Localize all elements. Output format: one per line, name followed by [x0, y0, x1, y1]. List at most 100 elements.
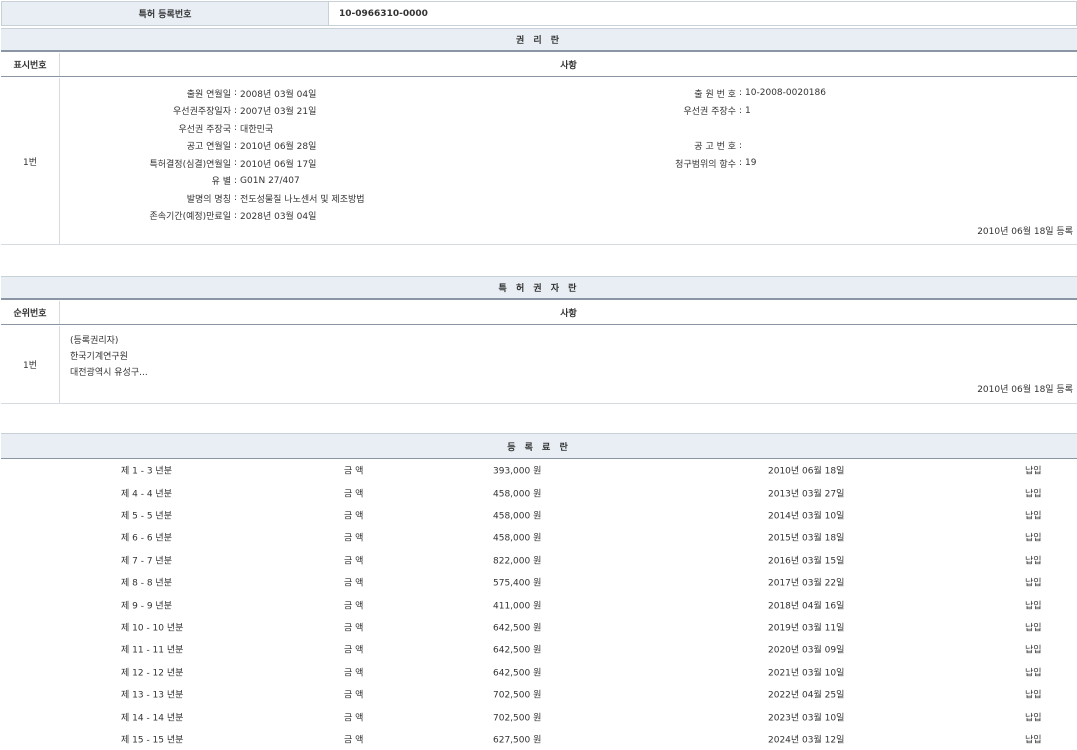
fee-status: 납입 — [1025, 620, 1042, 633]
rights-section-title: 권 리 란 — [1, 28, 1077, 52]
holder-type: (등록권리자) — [70, 333, 118, 346]
holder-row-content: (등록권리자) 한국기계연구원 대전광역시 유성구... 2010년 06월 1… — [60, 326, 1077, 403]
fee-status: 납입 — [1025, 598, 1042, 611]
fee-amount-label: 금 액 — [344, 620, 363, 633]
fee-amount-label: 금 액 — [344, 531, 363, 544]
rights-field-left: 공고 연월일:2010년 06월 28일 — [60, 139, 316, 153]
field-label: 공 고 번 호 — [620, 139, 736, 152]
field-label: 특허결정(심결)연월일 — [60, 157, 231, 170]
field-value: 1 — [745, 106, 751, 116]
fee-status: 납입 — [1025, 643, 1042, 656]
rights-row-content: 2010년 06월 18일 등록 출원 연월일:2008년 03월 04일우선권… — [60, 78, 1077, 244]
fee-payment-date: 2019년 03월 11일 — [768, 620, 844, 633]
field-value: 2008년 03월 04일 — [240, 87, 316, 100]
fee-payment-date: 2014년 03월 10일 — [768, 508, 844, 521]
fee-amount: 702,500 원 — [493, 688, 541, 701]
fee-period: 제 13 - 13 년분 — [121, 688, 183, 701]
rights-row-index: 1번 — [1, 78, 60, 244]
registration-number-label: 특허 등록번호 — [2, 2, 329, 25]
holder-address: 대전광역시 유성구... — [70, 365, 148, 378]
fee-amount: 642,500 원 — [493, 620, 541, 633]
fee-amount: 393,000 원 — [493, 464, 541, 477]
fee-period: 제 15 - 15 년분 — [121, 732, 183, 745]
fee-status: 납입 — [1025, 688, 1042, 701]
fee-row: 제 1 - 3 년분금 액393,000 원2010년 06월 18일납입 — [1, 459, 1077, 481]
field-label: 우선권 주장국 — [60, 122, 231, 135]
field-value: 2028년 03월 04일 — [240, 209, 316, 222]
field-separator: : — [234, 141, 237, 151]
field-value: 10-2008-0020186 — [745, 88, 826, 98]
holder-row: 1번 (등록권리자) 한국기계연구원 대전광역시 유성구... 2010년 06… — [1, 326, 1077, 404]
field-label: 출원 연월일 — [60, 87, 231, 100]
field-label: 우선권 주장수 — [620, 104, 736, 117]
fee-payment-date: 2013년 03월 27일 — [768, 486, 844, 499]
fee-amount: 458,000 원 — [493, 508, 541, 521]
fee-amount: 702,500 원 — [493, 710, 541, 723]
registration-number-value: 10-0966310-0000 — [329, 2, 1076, 25]
holder-column-header: 순위번호 사항 — [1, 301, 1077, 325]
fee-status: 납입 — [1025, 576, 1042, 589]
registration-number-bar: 특허 등록번호 10-0966310-0000 — [1, 1, 1077, 26]
fee-period: 제 8 - 8 년분 — [121, 576, 172, 589]
field-label: 우선권주장일자 — [60, 104, 231, 117]
fee-amount: 458,000 원 — [493, 486, 541, 499]
fee-row: 제 9 - 9 년분금 액411,000 원2018년 04월 16일납입 — [1, 593, 1077, 615]
fee-amount: 642,500 원 — [493, 665, 541, 678]
rights-col-matter: 사항 — [60, 53, 1077, 76]
fee-amount-label: 금 액 — [344, 688, 363, 701]
fee-payment-date: 2024년 03월 12일 — [768, 732, 844, 745]
fee-amount: 411,000 원 — [493, 598, 541, 611]
fee-row: 제 6 - 6 년분금 액458,000 원2015년 03월 18일납입 — [1, 526, 1077, 548]
field-label: 존속기간(예정)만료일 — [60, 209, 231, 222]
field-separator: : — [234, 211, 237, 221]
fee-row: 제 4 - 4 년분금 액458,000 원2013년 03월 27일납입 — [1, 481, 1077, 503]
fee-status: 납입 — [1025, 486, 1042, 499]
fee-period: 제 9 - 9 년분 — [121, 598, 172, 611]
holder-col-index: 순위번호 — [1, 301, 60, 324]
field-value: 대한민국 — [240, 122, 273, 135]
field-value: 2010년 06월 17일 — [240, 157, 316, 170]
fee-period: 제 14 - 14 년분 — [121, 710, 183, 723]
rights-field-left: 특허결정(심결)연월일:2010년 06월 17일 — [60, 156, 316, 170]
field-label: 출 원 번 호 — [620, 87, 736, 100]
field-separator: : — [234, 193, 237, 203]
fee-amount: 642,500 원 — [493, 643, 541, 656]
fee-row: 제 15 - 15 년분금 액627,500 원2024년 03월 12일납입 — [1, 728, 1077, 750]
fee-row: 제 5 - 5 년분금 액458,000 원2014년 03월 10일납입 — [1, 504, 1077, 526]
fee-payment-date: 2018년 04월 16일 — [768, 598, 844, 611]
field-separator: : — [234, 158, 237, 168]
field-separator: : — [234, 123, 237, 133]
field-separator: : — [739, 158, 742, 168]
rights-field-left: 발명의 명칭:전도성물질 나노센서 및 제조방법 — [60, 191, 365, 205]
rights-field-right: 공 고 번 호: — [620, 139, 745, 153]
fee-row: 제 14 - 14 년분금 액702,500 원2023년 03월 10일납입 — [1, 705, 1077, 727]
fee-amount: 822,000 원 — [493, 553, 541, 566]
rights-field-left: 출원 연월일:2008년 03월 04일 — [60, 86, 316, 100]
fee-period: 제 1 - 3 년분 — [121, 464, 172, 477]
rights-field-left: 존속기간(예정)만료일:2028년 03월 04일 — [60, 209, 316, 223]
rights-field-right: 우선권 주장수:1 — [620, 104, 751, 118]
fee-amount-label: 금 액 — [344, 486, 363, 499]
fee-amount-label: 금 액 — [344, 553, 363, 566]
field-label: 공고 연월일 — [60, 139, 231, 152]
fee-row: 제 7 - 7 년분금 액822,000 원2016년 03월 15일납입 — [1, 549, 1077, 571]
fee-payment-date: 2021년 03월 10일 — [768, 665, 844, 678]
fee-status: 납입 — [1025, 531, 1042, 544]
field-separator: : — [234, 176, 237, 186]
field-value: G01N 27/407 — [240, 176, 300, 186]
fee-amount-label: 금 액 — [344, 665, 363, 678]
field-label: 청구범위의 항수 — [620, 157, 736, 170]
rights-field-left: 우선권 주장국:대한민국 — [60, 121, 273, 135]
fee-amount-label: 금 액 — [344, 710, 363, 723]
fee-amount-label: 금 액 — [344, 732, 363, 745]
fee-payment-date: 2015년 03월 18일 — [768, 531, 844, 544]
fee-section-title: 등 록 료 란 — [1, 433, 1077, 459]
fee-status: 납입 — [1025, 464, 1042, 477]
holder-registration-date: 2010년 06월 18일 등록 — [977, 382, 1073, 395]
fee-period: 제 12 - 12 년분 — [121, 665, 183, 678]
fee-period: 제 7 - 7 년분 — [121, 553, 172, 566]
field-separator: : — [739, 141, 742, 151]
fee-amount: 627,500 원 — [493, 732, 541, 745]
holder-name: 한국기계연구원 — [70, 349, 128, 362]
rights-field-left: 우선권주장일자:2007년 03월 21일 — [60, 104, 316, 118]
